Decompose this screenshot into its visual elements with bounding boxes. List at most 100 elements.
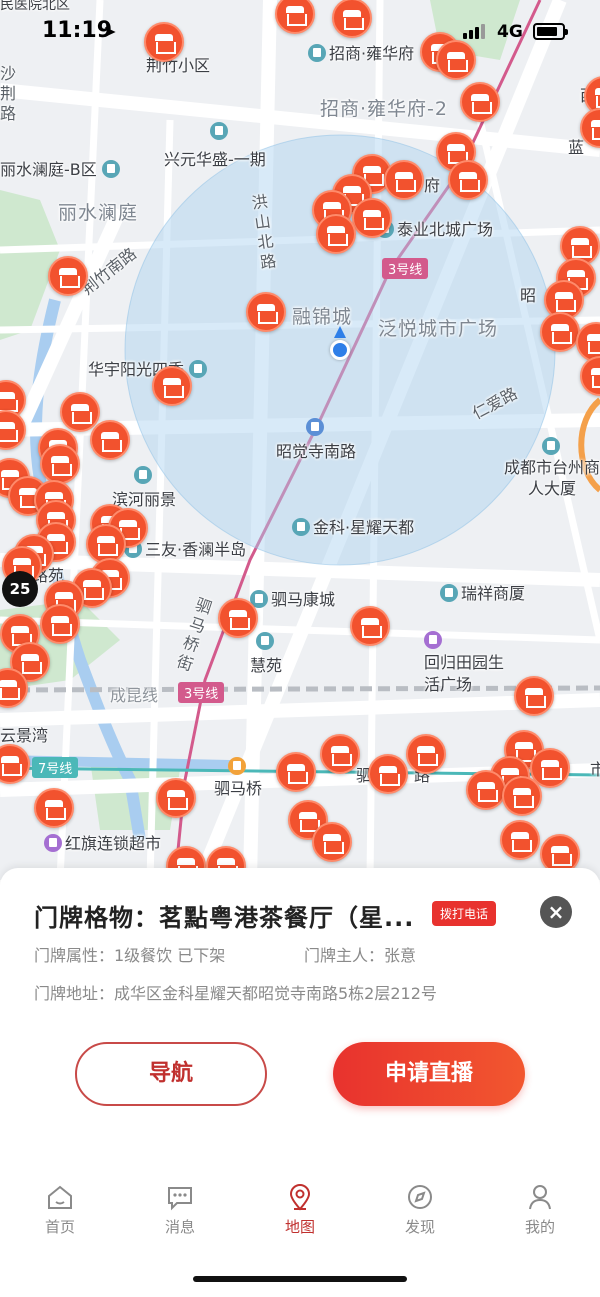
shop-marker[interactable] (40, 444, 80, 484)
map-label: 红旗连锁超市 (44, 830, 161, 854)
shop-icon (424, 631, 442, 649)
building-icon (101, 160, 120, 178)
heading-arrow-icon (334, 326, 346, 338)
shop-marker[interactable] (460, 82, 500, 122)
metro-icon (305, 418, 324, 436)
metro-line-badge: 3号线 (382, 258, 429, 279)
shop-marker[interactable] (540, 312, 580, 352)
map-label (210, 122, 231, 141)
map-label: 丽水澜庭 (58, 202, 139, 224)
building-icon (189, 360, 208, 378)
map-label: 瑞祥商厦 (440, 580, 525, 604)
map-label: 泛悦城市广场 (378, 318, 499, 340)
shop-marker[interactable] (384, 160, 424, 200)
building-icon (210, 122, 228, 140)
shop-marker[interactable] (352, 198, 392, 238)
map-label: 招商·雍华府-2 (320, 98, 448, 120)
metro-line-badge: 3号线 (178, 682, 225, 703)
map-label: 昭 (520, 286, 537, 305)
map-view[interactable]: 民医院北区 荆竹小区 沙荆路 招商·雍华府 招商·雍华府-2 丽水澜庭-B区 兴… (0, 0, 600, 880)
metro-station[interactable]: 昭觉寺南路 (276, 416, 356, 464)
map-label: 慧苑 (250, 630, 282, 678)
network-type: 4G (497, 22, 523, 42)
tab-label: 我的 (524, 1218, 555, 1236)
tab-label: 首页 (44, 1218, 75, 1236)
tab-home[interactable]: 首页 (20, 1182, 100, 1237)
shop-marker[interactable] (448, 160, 488, 200)
map-label: 成都市台州商人大厦 (504, 436, 600, 499)
map-label: 市 (590, 760, 600, 779)
battery-icon (533, 23, 568, 40)
tab-label: 发现 (404, 1218, 435, 1236)
shop-marker[interactable] (276, 752, 316, 792)
shop-marker[interactable] (500, 820, 540, 860)
map-label: 丽水澜庭-B区 (0, 156, 123, 180)
shop-title: 门牌格物：茗點粤港茶餐厅（星... (34, 904, 415, 932)
map-label: 驷马康城 (250, 586, 335, 610)
metro-transfer-icon (227, 757, 246, 775)
metro-line-badge: 7号线 (32, 757, 79, 778)
map-label: 金科·星耀天都 (292, 514, 414, 538)
apply-live-button[interactable]: 申请直播 (333, 1042, 525, 1106)
shop-marker[interactable] (156, 778, 196, 818)
shop-marker[interactable] (152, 366, 192, 406)
shop-marker[interactable] (34, 788, 74, 828)
shop-icon (44, 834, 62, 852)
tab-discover[interactable]: 发现 (380, 1182, 460, 1237)
call-button[interactable]: 拨打电话 (432, 901, 497, 926)
shop-marker[interactable] (316, 214, 356, 254)
metro-station[interactable]: 驷马桥 (214, 756, 262, 800)
shop-marker[interactable] (90, 420, 130, 460)
tab-label: 消息 (164, 1218, 195, 1236)
building-icon (292, 518, 310, 536)
shop-marker[interactable] (40, 604, 80, 644)
building-icon (440, 584, 458, 602)
bottom-tab-bar: 首页 消息 地图 发现 我的 (0, 1182, 600, 1252)
tab-profile[interactable]: 我的 (500, 1182, 580, 1237)
status-time: 11:19 (42, 18, 113, 43)
status-bar: 11:19 ➤ 4G (0, 0, 600, 62)
shop-marker[interactable] (514, 676, 554, 716)
message-icon (168, 1187, 192, 1211)
shop-marker[interactable] (350, 606, 390, 646)
map-label: 回归田园生活广场 (424, 630, 504, 696)
railway-label: 成昆线 (110, 686, 159, 705)
shop-marker[interactable] (320, 734, 360, 774)
location-arrow-icon: ➤ (103, 22, 117, 41)
building-icon (255, 632, 274, 650)
user-icon (529, 1185, 551, 1210)
map-label: 云景湾 (0, 726, 49, 745)
signal-icon (463, 24, 487, 43)
map-label: 兴元华盛-一期 (164, 150, 266, 169)
tab-label: 地图 (284, 1218, 315, 1236)
close-icon[interactable]: × (540, 896, 572, 928)
shop-marker[interactable] (246, 292, 286, 332)
map-label: 泰业北城广场 (376, 216, 493, 240)
shop-marker[interactable] (368, 754, 408, 794)
building-icon (541, 437, 560, 455)
current-location-dot (330, 340, 350, 360)
shop-marker[interactable] (312, 822, 352, 862)
map-label: 融锦城 (292, 306, 353, 328)
shop-marker[interactable] (48, 256, 88, 296)
map-label: 华宇阳光四季 (88, 356, 210, 380)
map-label: 滨河丽景 (112, 464, 176, 512)
home-icon (48, 1185, 72, 1209)
shop-marker[interactable] (218, 598, 258, 638)
tab-map[interactable]: 地图 (260, 1182, 340, 1237)
navigate-button[interactable]: 导航 (75, 1042, 267, 1106)
compass-icon (408, 1185, 432, 1209)
shop-owner: 门牌主人：张意 (304, 946, 417, 965)
building-icon (133, 466, 152, 484)
shop-address: 门牌地址：成华区金科星耀天都昭觉寺南路5栋2层212号 (34, 984, 437, 1003)
road-label: 沙荆路 (0, 64, 17, 123)
tab-messages[interactable]: 消息 (140, 1182, 220, 1237)
home-indicator[interactable] (193, 1276, 407, 1282)
map-pin-icon (289, 1184, 311, 1211)
marker-cluster[interactable]: 25 (2, 571, 38, 607)
shop-marker[interactable] (406, 734, 446, 774)
shop-attribute: 门牌属性：1级餐饮 已下架 (34, 946, 226, 965)
map-label: 府 (424, 176, 441, 195)
shop-marker[interactable] (502, 776, 542, 816)
shop-marker[interactable] (466, 770, 506, 810)
